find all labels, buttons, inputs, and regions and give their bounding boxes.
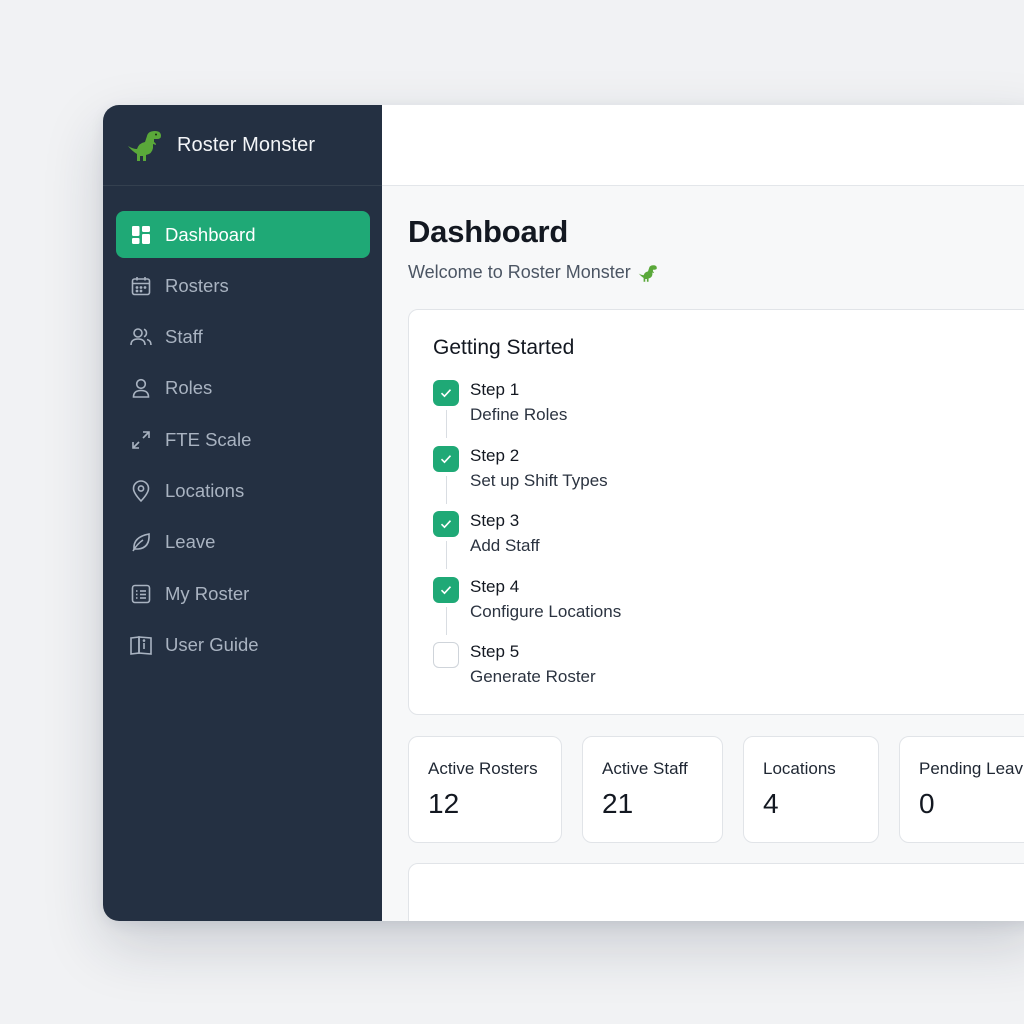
step-checkbox-unchecked[interactable]	[433, 642, 459, 668]
stat-card-active-rosters[interactable]: Active Rosters 12	[408, 736, 562, 843]
app-name: Roster Monster	[177, 133, 316, 156]
sidebar-item-roles[interactable]: Roles	[116, 365, 370, 412]
step-label: Step 5	[470, 642, 520, 661]
users-icon	[129, 325, 153, 349]
check-icon	[440, 520, 452, 529]
main-content: Dashboard Welcome to Roster Monster Gett…	[382, 105, 1024, 921]
brand[interactable]: Roster Monster	[103, 105, 382, 186]
stat-value: 0	[919, 788, 935, 819]
dashboard-content: Dashboard Welcome to Roster Monster Gett…	[382, 186, 1024, 921]
list-icon	[129, 582, 153, 606]
step-label: Step 3	[470, 511, 520, 530]
stat-card-locations[interactable]: Locations 4	[743, 736, 879, 843]
step-checkbox-checked[interactable]	[433, 511, 459, 537]
step-description: Define Roles	[470, 405, 568, 424]
sidebar-nav: Dashboard Rosters Staff Roles FTE Scale …	[103, 186, 382, 668]
sidebar-item-label: Locations	[165, 479, 245, 501]
check-icon	[440, 389, 452, 398]
step-item: Step 5 Generate Roster	[433, 642, 1024, 708]
map-pin-icon	[129, 479, 153, 503]
dashboard-icon	[129, 223, 153, 247]
dinosaur-icon	[125, 125, 165, 165]
welcome-text: Welcome to Roster Monster	[408, 262, 631, 282]
step-item: Step 1 Define Roles	[433, 380, 1024, 446]
step-connector	[445, 410, 447, 438]
getting-started-card: Getting Started Fo Step 1 Define Roles	[408, 309, 1024, 715]
stat-value: 4	[763, 788, 779, 819]
getting-started-title: Getting Started	[433, 336, 575, 359]
stat-label: Locations	[763, 759, 836, 778]
sidebar-item-fte-scale[interactable]: FTE Scale	[116, 416, 370, 463]
page-title: Dashboard	[408, 214, 569, 249]
sidebar-item-my-roster[interactable]: My Roster	[116, 570, 370, 617]
stat-label: Active Staff	[602, 759, 688, 778]
sidebar-item-label: Leave	[165, 531, 216, 553]
top-bar	[382, 105, 1024, 186]
step-item: Step 3 Add Staff	[433, 511, 1024, 577]
sidebar-item-user-guide[interactable]: User Guide	[116, 621, 370, 668]
stat-value: 21	[602, 788, 634, 819]
step-connector	[445, 475, 447, 504]
step-label: Step 1	[470, 380, 520, 399]
stat-value: 12	[428, 788, 460, 819]
sidebar-item-label: Dashboard	[165, 223, 256, 245]
sidebar-item-label: FTE Scale	[165, 428, 252, 450]
sidebar-item-rosters[interactable]: Rosters	[116, 262, 370, 309]
leaf-icon	[129, 530, 153, 554]
step-label: Step 4	[470, 576, 520, 596]
step-item: Step 2 Set up Shift Types	[433, 445, 1024, 512]
step-checkbox-checked[interactable]	[433, 576, 459, 603]
sidebar-item-label: My Roster	[165, 582, 250, 604]
calendar-icon	[129, 274, 153, 298]
check-icon	[440, 454, 452, 463]
stat-label: Active Rosters	[428, 759, 538, 778]
step-description: Generate Roster	[470, 667, 596, 686]
sidebar-item-label: Staff	[165, 326, 203, 348]
book-icon	[129, 633, 153, 657]
dinosaur-icon	[637, 263, 659, 283]
step-label: Step 2	[470, 445, 520, 465]
step-description: Add Staff	[470, 536, 540, 555]
sidebar-item-label: Rosters	[165, 274, 229, 296]
step-description: Configure Locations	[470, 601, 622, 621]
user-icon	[129, 376, 153, 400]
step-item: Step 4 Configure Locations	[433, 576, 1024, 643]
step-checkbox-checked[interactable]	[433, 380, 459, 406]
step-connector	[445, 541, 447, 569]
stat-card-active-staff[interactable]: Active Staff 21	[582, 736, 723, 843]
check-icon	[440, 585, 452, 594]
stats-row: Active Rosters 12 Active Staff 21 Locati…	[408, 736, 1024, 843]
step-checkbox-checked[interactable]	[433, 445, 459, 472]
stat-label: Pending Leav	[919, 759, 1023, 778]
app-window: Roster Monster Dashboard Rosters Staff R…	[103, 105, 1024, 921]
step-description: Set up Shift Types	[470, 470, 608, 490]
sidebar: Roster Monster Dashboard Rosters Staff R…	[103, 105, 382, 921]
page-subtitle: Welcome to Roster Monster	[408, 262, 1024, 283]
sidebar-item-staff[interactable]: Staff	[116, 314, 370, 361]
sidebar-item-label: Roles	[165, 377, 213, 399]
step-connector	[445, 606, 447, 635]
scale-arrows-icon	[129, 428, 153, 452]
sidebar-item-locations[interactable]: Locations	[116, 467, 370, 514]
stat-card-pending-leave[interactable]: Pending Leav 0	[899, 736, 1024, 843]
sidebar-item-leave[interactable]: Leave	[116, 519, 370, 566]
sidebar-item-dashboard[interactable]: Dashboard	[116, 211, 370, 258]
sidebar-item-label: User Guide	[165, 633, 259, 655]
bottom-card	[408, 863, 1024, 921]
steps-list: Step 1 Define Roles Step 2 Set up Shift …	[433, 380, 1024, 708]
